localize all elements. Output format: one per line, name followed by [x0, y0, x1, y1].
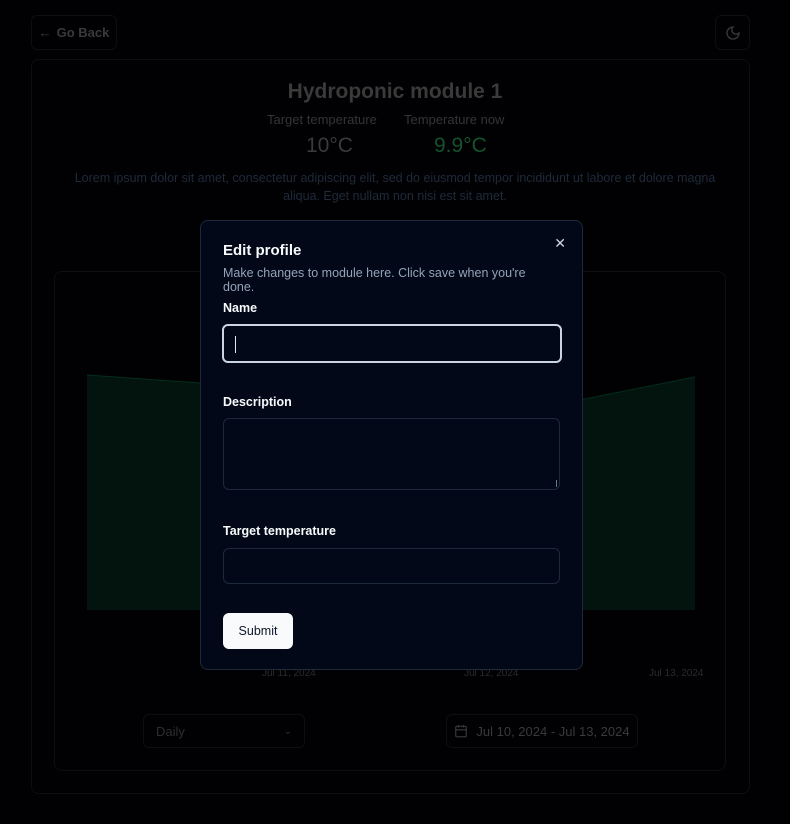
x-tick: Jul 13, 2024 — [649, 668, 704, 679]
description-label: Description — [223, 395, 292, 409]
target-temperature-input[interactable] — [223, 548, 560, 584]
calendar-icon — [455, 725, 468, 738]
dialog-title: Edit profile — [223, 242, 302, 259]
close-icon[interactable]: ✕ — [554, 235, 566, 252]
target-temperature-field-label: Target temperature — [223, 524, 336, 538]
text-caret — [235, 336, 236, 353]
name-input[interactable] — [222, 324, 562, 363]
submit-button[interactable]: Submit — [223, 613, 293, 649]
dialog-subtitle: Make changes to module here. Click save … — [223, 266, 526, 294]
chevron-down-icon: ⌄ — [283, 725, 292, 737]
date-range-picker[interactable]: Jul 10, 2024 - Jul 13, 2024 — [446, 714, 638, 748]
interval-select[interactable]: Daily ⌄ — [143, 714, 305, 748]
edit-profile-dialog: ✕ Edit profile Make changes to module he… — [200, 220, 583, 670]
name-label: Name — [223, 301, 258, 315]
description-textarea[interactable] — [223, 418, 560, 490]
resize-handle[interactable] — [550, 480, 557, 487]
